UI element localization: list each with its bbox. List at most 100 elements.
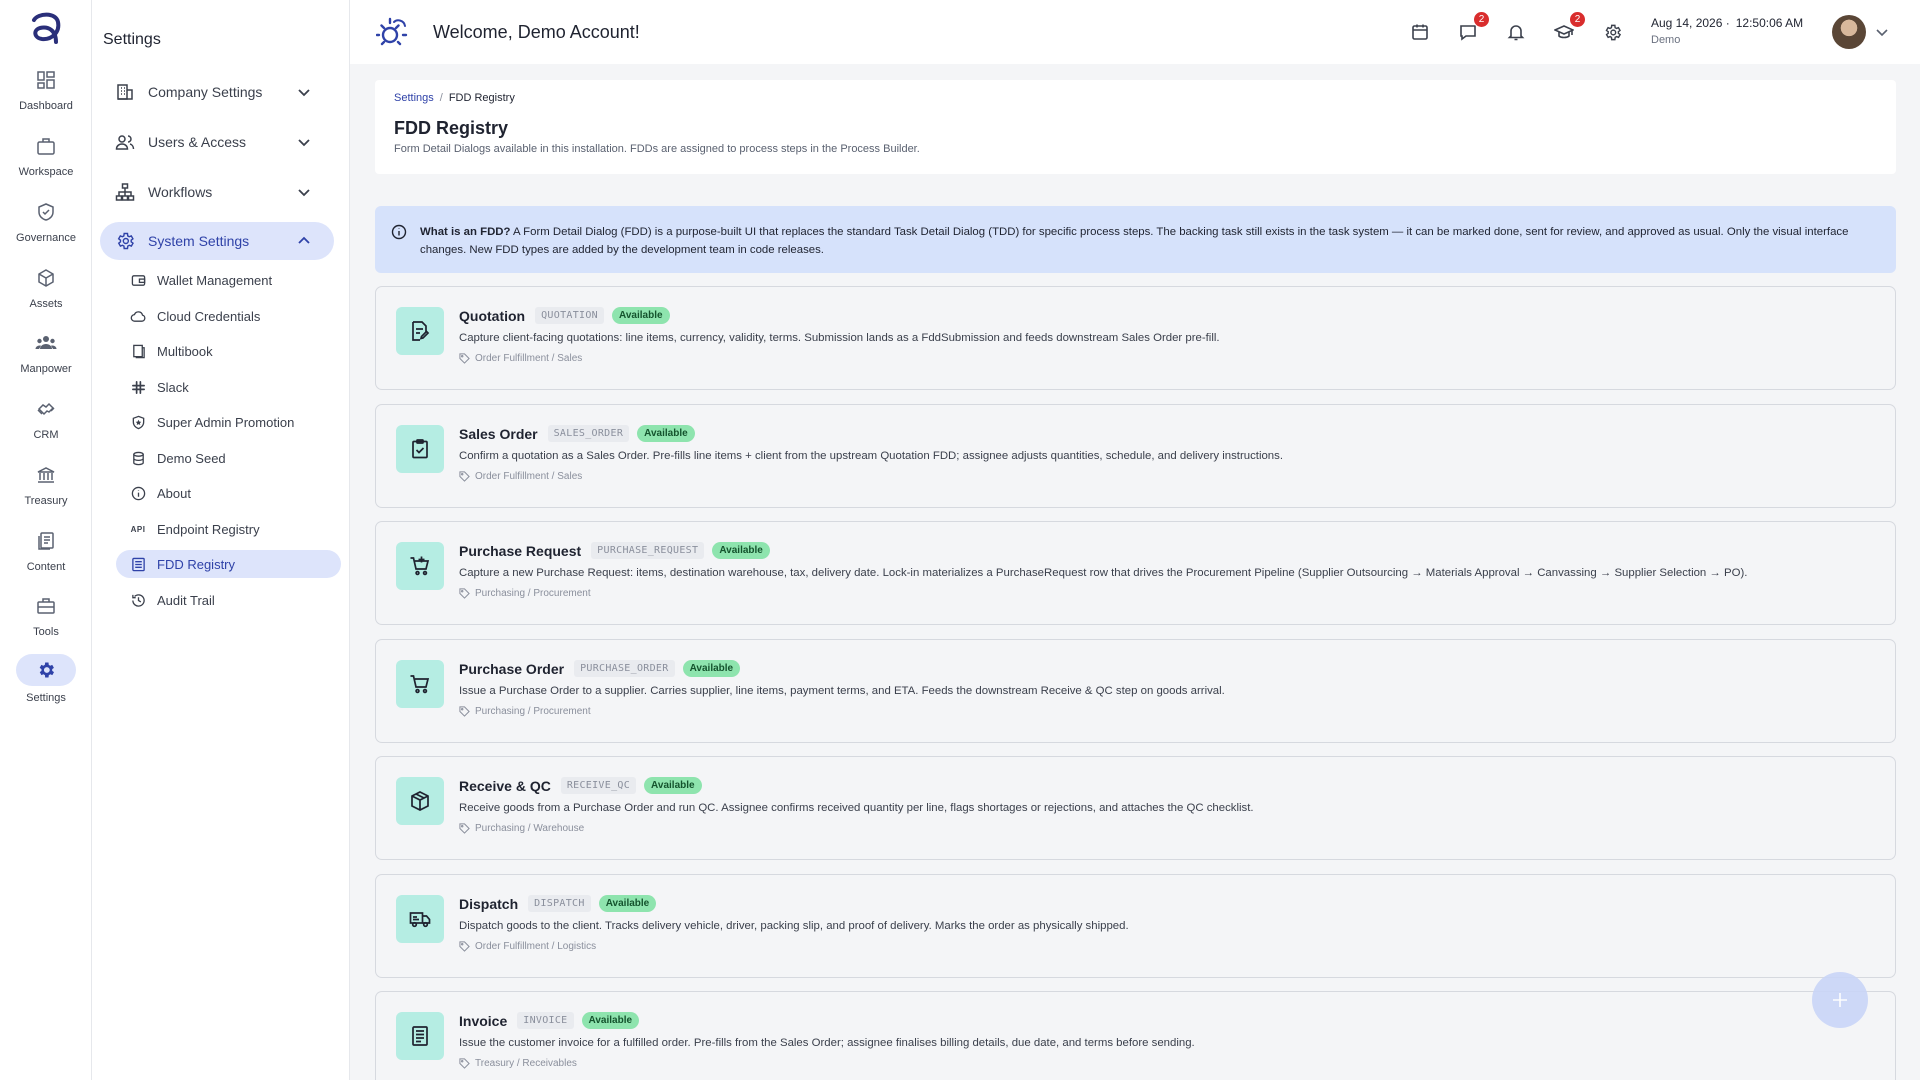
- shield-star-icon: [130, 414, 146, 430]
- nav-group-label: Users & Access: [148, 134, 247, 150]
- card-code: PURCHASE_ORDER: [574, 660, 675, 677]
- status-badge: Available: [644, 777, 702, 794]
- rail-label: Content: [26, 561, 66, 573]
- nav-item-audit-trail[interactable]: Audit Trail: [116, 586, 341, 614]
- card-category: Order Fulfillment / Sales: [459, 353, 582, 364]
- brand-icon: [376, 16, 410, 50]
- manpower-icon: [24, 329, 68, 357]
- fdd-card-receive-qc[interactable]: Receive & QC RECEIVE_QC Available Receiv…: [375, 756, 1896, 860]
- governance-icon: [24, 198, 68, 226]
- user-company: Demo: [1651, 34, 1681, 46]
- rail-item-governance[interactable]: Governance: [0, 194, 92, 256]
- date-time: Aug 14, 2026 · 12:50:06 AM: [1651, 16, 1803, 30]
- users-icon: [114, 131, 136, 153]
- rail-item-manpower[interactable]: Manpower: [0, 325, 92, 387]
- card-code: DISPATCH: [528, 895, 591, 912]
- chevron-up-icon: [298, 236, 310, 244]
- card-category: Purchasing / Procurement: [459, 588, 591, 599]
- rail-item-content[interactable]: Content: [0, 523, 92, 585]
- nav-item-multibook[interactable]: Multibook: [116, 337, 341, 365]
- page-subtitle: Form Detail Dialogs available in this in…: [394, 143, 920, 155]
- card-title: Sales Order: [459, 425, 538, 442]
- rail-item-settings[interactable]: Settings: [0, 652, 92, 714]
- nav-item-fdd-registry[interactable]: FDD Registry: [116, 550, 341, 578]
- bell-icon[interactable]: [1504, 20, 1528, 44]
- fdd-card-purchase-request[interactable]: Purchase Request PURCHASE_REQUEST Availa…: [375, 521, 1896, 625]
- slack-icon: [130, 379, 146, 395]
- nav-item-about[interactable]: About: [116, 479, 341, 507]
- tools-icon: [24, 592, 68, 620]
- rail-item-dashboard[interactable]: Dashboard: [0, 62, 92, 124]
- treasury-icon: [24, 461, 68, 489]
- building-icon: [114, 81, 136, 103]
- rail-item-workspace[interactable]: Workspace: [0, 128, 92, 190]
- rail-item-assets[interactable]: Assets: [0, 260, 92, 322]
- card-code: PURCHASE_REQUEST: [591, 542, 705, 559]
- info-lead: What is an FDD?: [420, 226, 511, 238]
- gear-icon[interactable]: [1600, 20, 1624, 44]
- card-description: Receive goods from a Purchase Order and …: [459, 802, 1254, 814]
- card-header: Quotation QUOTATION Available: [459, 307, 670, 324]
- rail-item-crm[interactable]: CRM: [0, 391, 92, 453]
- nav-group-company-settings[interactable]: Company Settings: [100, 73, 334, 111]
- app-logo[interactable]: [28, 10, 64, 50]
- fdd-card-dispatch[interactable]: Dispatch DISPATCH Available Dispatch goo…: [375, 874, 1896, 978]
- breadcrumb-settings-link[interactable]: Settings: [394, 92, 434, 104]
- fdd-card-purchase-order[interactable]: Purchase Order PURCHASE_ORDER Available …: [375, 639, 1896, 743]
- nav-item-wallet-management[interactable]: Wallet Management: [116, 266, 341, 294]
- chevron-down-icon[interactable]: [1874, 24, 1890, 40]
- chat-icon[interactable]: 2: [1456, 11, 1490, 44]
- info-icon: [130, 485, 146, 501]
- tag-icon: [459, 706, 470, 717]
- nav-item-label: About: [157, 485, 191, 501]
- nav-item-super-admin-promotion[interactable]: Super Admin Promotion: [116, 408, 341, 436]
- nav-item-label: Multibook: [157, 343, 213, 359]
- status-badge: Available: [712, 542, 770, 559]
- rail-label: Settings: [26, 692, 66, 704]
- card-header: Invoice INVOICE Available: [459, 1012, 640, 1029]
- graduation-cap-icon[interactable]: 2: [1552, 11, 1586, 44]
- nav-group-workflows[interactable]: Workflows: [100, 173, 334, 211]
- card-category-text: Treasury / Receivables: [475, 1058, 577, 1069]
- card-category: Order Fulfillment / Logistics: [459, 941, 596, 952]
- nav-item-cloud-credentials[interactable]: Cloud Credentials: [116, 302, 341, 330]
- rail-label: Assets: [29, 298, 63, 310]
- card-description: Issue a Purchase Order to a supplier. Ca…: [459, 685, 1225, 697]
- api-icon-text: API: [130, 524, 146, 534]
- settings-panel: Settings Company Settings Users & Access…: [92, 0, 350, 1080]
- calendar-icon[interactable]: [1408, 20, 1432, 44]
- info-icon: [391, 224, 407, 240]
- rail-label: CRM: [33, 429, 59, 441]
- learning-badge: 2: [1569, 11, 1586, 28]
- rail-item-treasury[interactable]: Treasury: [0, 457, 92, 519]
- nav-item-demo-seed[interactable]: Demo Seed: [116, 444, 341, 472]
- info-banner: What is an FDD? A Form Detail Dialog (FD…: [375, 206, 1896, 273]
- nav-group-label: Workflows: [148, 184, 213, 200]
- card-category: Order Fulfillment / Sales: [459, 471, 582, 482]
- status-badge: Available: [612, 307, 670, 324]
- tag-icon: [459, 941, 470, 952]
- chat-badge: 2: [1473, 11, 1490, 28]
- card-header: Receive & QC RECEIVE_QC Available: [459, 777, 702, 794]
- api-icon: API: [130, 521, 146, 537]
- nav-item-slack[interactable]: Slack: [116, 373, 341, 401]
- app-rail: Dashboard Workspace Governance Assets Ma…: [0, 0, 92, 1080]
- info-body: A Form Detail Dialog (FDD) is a purpose-…: [420, 226, 1849, 256]
- card-code: RECEIVE_QC: [560, 777, 637, 794]
- add-fab-button[interactable]: [1812, 972, 1868, 1028]
- avatar[interactable]: [1832, 15, 1866, 49]
- fdd-card-quotation[interactable]: Quotation QUOTATION Available Capture cl…: [375, 286, 1896, 390]
- nav-group-users-access[interactable]: Users & Access: [100, 123, 334, 161]
- nav-item-endpoint-registry[interactable]: API Endpoint Registry: [116, 515, 341, 543]
- history-icon: [130, 592, 146, 608]
- top-header: Welcome, Demo Account! 2 2 Aug 14, 2026 …: [350, 0, 1920, 64]
- welcome-message: Welcome, Demo Account!: [433, 22, 640, 42]
- nav-group-system-settings[interactable]: System Settings: [100, 222, 334, 260]
- invoice-icon: [396, 1012, 444, 1060]
- card-title: Quotation: [459, 307, 526, 324]
- rail-item-tools[interactable]: Tools: [0, 588, 92, 650]
- fdd-card-sales-order[interactable]: Sales Order SALES_ORDER Available Confir…: [375, 404, 1896, 508]
- fdd-card-invoice[interactable]: Invoice INVOICE Available Issue the cust…: [375, 991, 1896, 1080]
- rail-label: Governance: [16, 232, 76, 244]
- nav-item-label: Wallet Management: [157, 272, 273, 288]
